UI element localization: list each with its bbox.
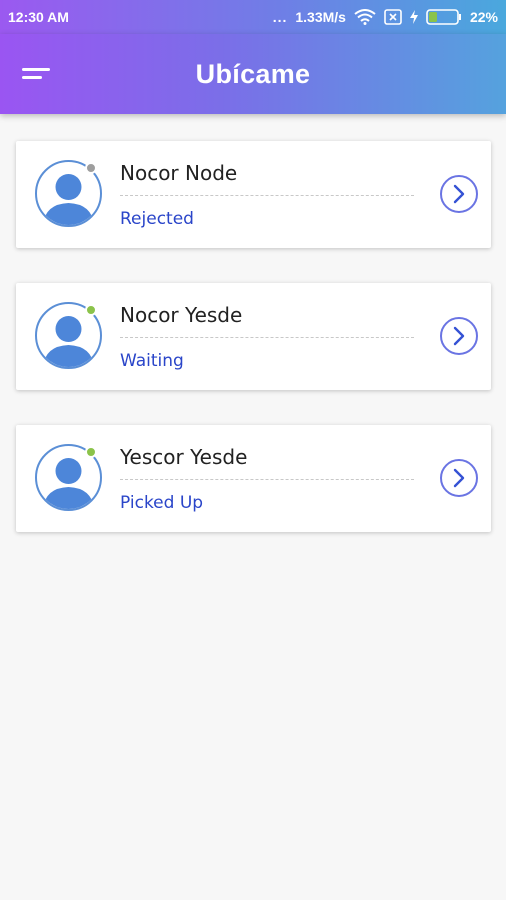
contact-status: Waiting — [120, 351, 184, 371]
divider — [120, 479, 414, 480]
contact-name: Nocor Yesde — [120, 303, 243, 327]
contact-name: Yescor Yesde — [120, 445, 248, 469]
wifi-icon — [354, 9, 376, 25]
contact-status: Picked Up — [120, 493, 204, 513]
charging-icon — [409, 10, 418, 24]
divider — [120, 195, 414, 196]
list-item[interactable]: Nocor Yesde Waiting — [16, 283, 491, 390]
chevron-right-icon[interactable] — [440, 175, 478, 213]
network-speed: 1.33M/s — [295, 9, 346, 25]
presence-dot-offline — [85, 162, 97, 174]
list-item[interactable]: Yescor Yesde Picked Up — [16, 425, 491, 532]
app-title: Ubícame — [195, 58, 311, 89]
divider — [120, 337, 414, 338]
contact-status: Rejected — [120, 209, 194, 229]
presence-dot-online — [85, 304, 97, 316]
contact-name: Nocor Node — [120, 161, 238, 185]
battery-percent: 22% — [469, 9, 498, 25]
battery-icon — [426, 9, 462, 25]
contact-list: Nocor Node Rejected Nocor Yesde Waiting — [16, 141, 491, 567]
hamburger-menu-icon[interactable] — [22, 62, 56, 86]
status-right-group: ... 1.33M/s 22% — [273, 9, 498, 25]
status-bar: 12:30 AM ... 1.33M/s 22% — [0, 0, 506, 34]
chevron-right-icon[interactable] — [440, 317, 478, 355]
sim-x-icon — [384, 9, 402, 25]
app-bar: Ubícame — [0, 34, 506, 114]
presence-dot-online — [85, 446, 97, 458]
status-time: 12:30 AM — [8, 9, 69, 25]
chevron-right-icon[interactable] — [440, 459, 478, 497]
list-item[interactable]: Nocor Node Rejected — [16, 141, 491, 248]
notification-dots: ... — [272, 9, 288, 25]
